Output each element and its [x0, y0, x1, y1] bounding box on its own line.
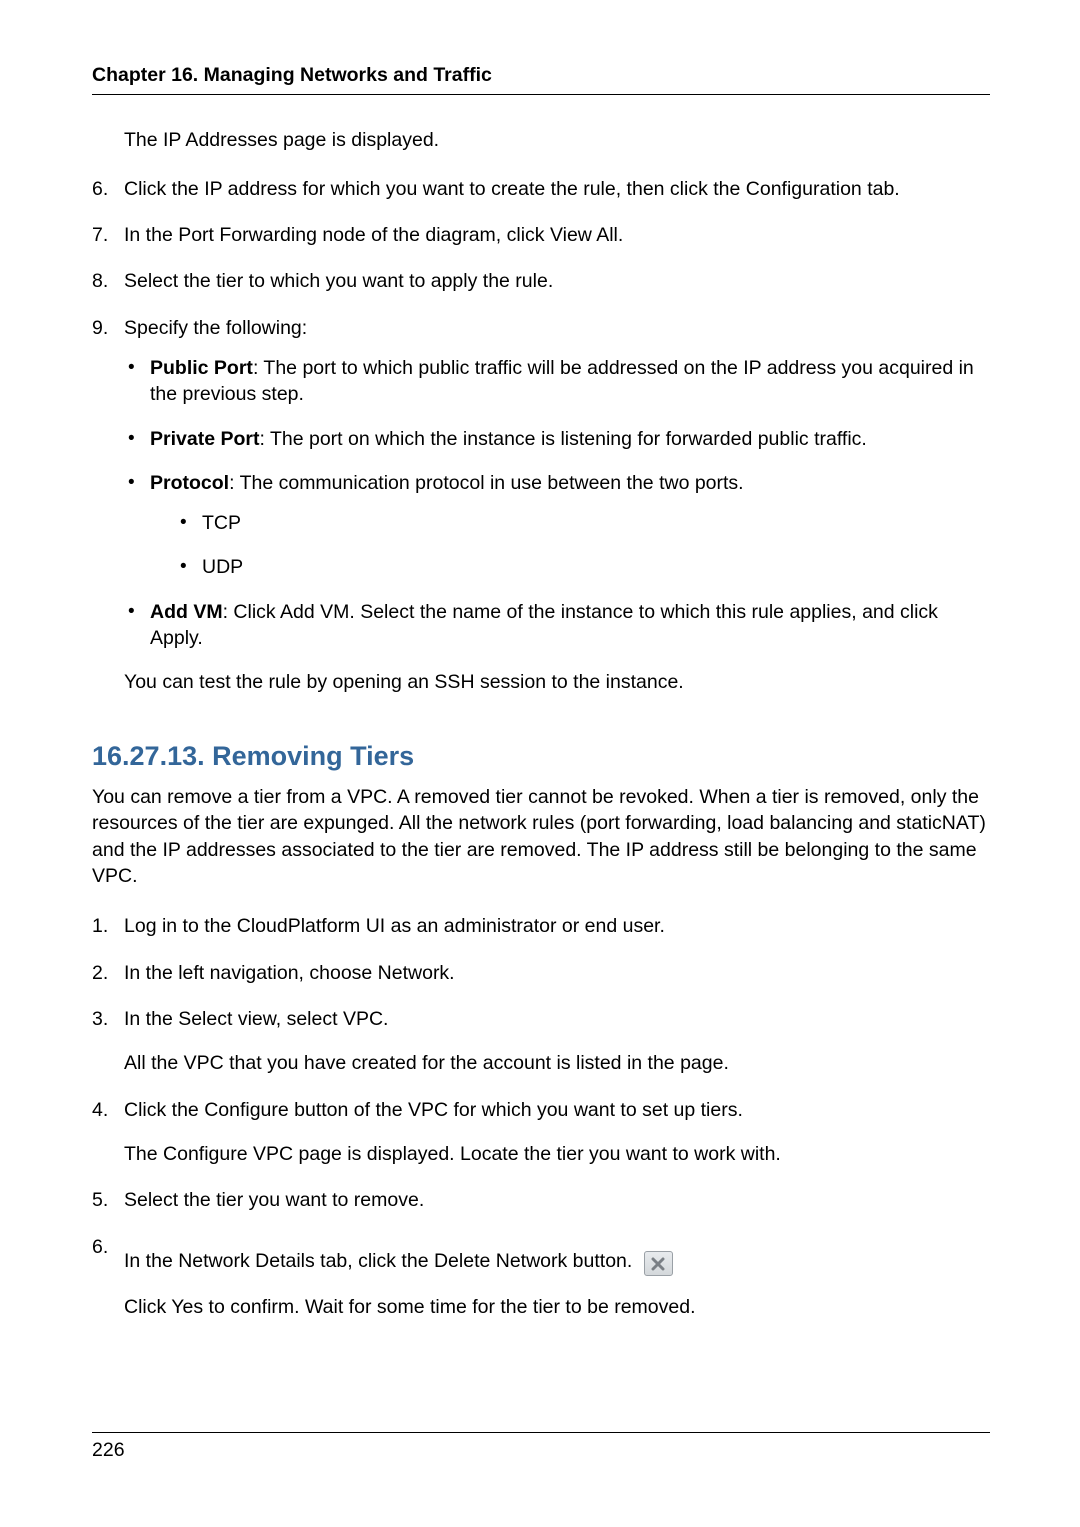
rt-step-3: 3. In the Select view, select VPC. All t… [92, 1006, 990, 1077]
step-number: 2. [92, 960, 124, 986]
bullet-text: : The port to which public traffic will … [150, 357, 974, 405]
bullet-label: Public Port [150, 357, 253, 379]
protocol-sublist: TCP UDP [150, 510, 990, 581]
step-7: 7. In the Port Forwarding node of the di… [92, 222, 990, 248]
step-continuation: All the VPC that you have created for th… [124, 1050, 990, 1076]
document-page: Chapter 16. Managing Networks and Traffi… [0, 0, 1080, 1527]
section-heading-removing-tiers: 16.27.13. Removing Tiers [92, 738, 990, 774]
step-closing-text: You can test the rule by opening an SSH … [124, 669, 990, 695]
step-number: 4. [92, 1097, 124, 1123]
step-text: In the Port Forwarding node of the diagr… [124, 222, 990, 248]
step-number: 7. [92, 222, 124, 248]
step-9: 9. Specify the following: Public Port: T… [92, 315, 990, 696]
continuation-line: The IP Addresses page is displayed. [124, 127, 990, 153]
bullet-text: : The port on which the instance is list… [259, 428, 866, 450]
step-body: In the Select view, select VPC. All the … [124, 1006, 990, 1077]
step-body: Specify the following: Public Port: The … [124, 315, 990, 696]
bullet-public-port: Public Port: The port to which public tr… [124, 355, 990, 408]
rt-step-6: 6. In the Network Details tab, click the… [92, 1234, 990, 1321]
spec-bullets: Public Port: The port to which public tr… [124, 355, 990, 652]
removing-tiers-step-list: 1. Log in to the CloudPlatform UI as an … [92, 913, 990, 1320]
sub-bullet-udp: UDP [176, 554, 990, 580]
step-6: 6. Click the IP address for which you wa… [92, 176, 990, 202]
step-text: In the left navigation, choose Network. [124, 960, 990, 986]
step-text: Select the tier to which you want to app… [124, 268, 990, 294]
step-text-line2: Click Yes to confirm. Wait for some time… [124, 1294, 990, 1320]
upper-step-list: 6. Click the IP address for which you wa… [92, 176, 990, 696]
bullet-label: Add VM [150, 601, 223, 623]
bullet-label: Protocol [150, 472, 229, 494]
step-text-line1: In the Network Details tab, click the De… [124, 1248, 990, 1277]
rt-step-4: 4. Click the Configure button of the VPC… [92, 1097, 990, 1168]
step-text: In the Select view, select VPC. [124, 1006, 990, 1032]
sub-bullet-tcp: TCP [176, 510, 990, 536]
step-number: 8. [92, 268, 124, 294]
rt-step-5: 5. Select the tier you want to remove. [92, 1187, 990, 1213]
rt-step-2: 2. In the left navigation, choose Networ… [92, 960, 990, 986]
page-number: 226 [92, 1437, 990, 1463]
step-number: 6. [92, 176, 124, 202]
delete-network-icon [644, 1251, 673, 1276]
bullet-label: Private Port [150, 428, 259, 450]
step-text: Click the IP address for which you want … [124, 176, 990, 202]
step-text: In the Network Details tab, click the De… [124, 1250, 632, 1272]
footer-rule [92, 1432, 990, 1433]
bullet-protocol: Protocol: The communication protocol in … [124, 470, 990, 581]
step-continuation: The Configure VPC page is displayed. Loc… [124, 1141, 990, 1167]
section-intro: You can remove a tier from a VPC. A remo… [92, 784, 990, 889]
step-number: 9. [92, 315, 124, 341]
step-number: 6. [92, 1234, 124, 1260]
bullet-text: : The communication protocol in use betw… [229, 472, 744, 494]
page-footer: 226 [92, 1432, 990, 1463]
step-text: Click the Configure button of the VPC fo… [124, 1097, 990, 1123]
step-text: Log in to the CloudPlatform UI as an adm… [124, 913, 990, 939]
step-body: In the Network Details tab, click the De… [124, 1248, 990, 1321]
step-text: Specify the following: [124, 317, 307, 339]
bullet-add-vm: Add VM: Click Add VM. Select the name of… [124, 599, 990, 652]
running-head: Chapter 16. Managing Networks and Traffi… [92, 62, 990, 95]
step-number: 3. [92, 1006, 124, 1032]
step-body: Click the Configure button of the VPC fo… [124, 1097, 990, 1168]
bullet-private-port: Private Port: The port on which the inst… [124, 426, 990, 452]
step-8: 8. Select the tier to which you want to … [92, 268, 990, 294]
step-text: Select the tier you want to remove. [124, 1187, 990, 1213]
step-number: 5. [92, 1187, 124, 1213]
rt-step-1: 1. Log in to the CloudPlatform UI as an … [92, 913, 990, 939]
bullet-text: : Click Add VM. Select the name of the i… [150, 601, 938, 649]
step-number: 1. [92, 913, 124, 939]
